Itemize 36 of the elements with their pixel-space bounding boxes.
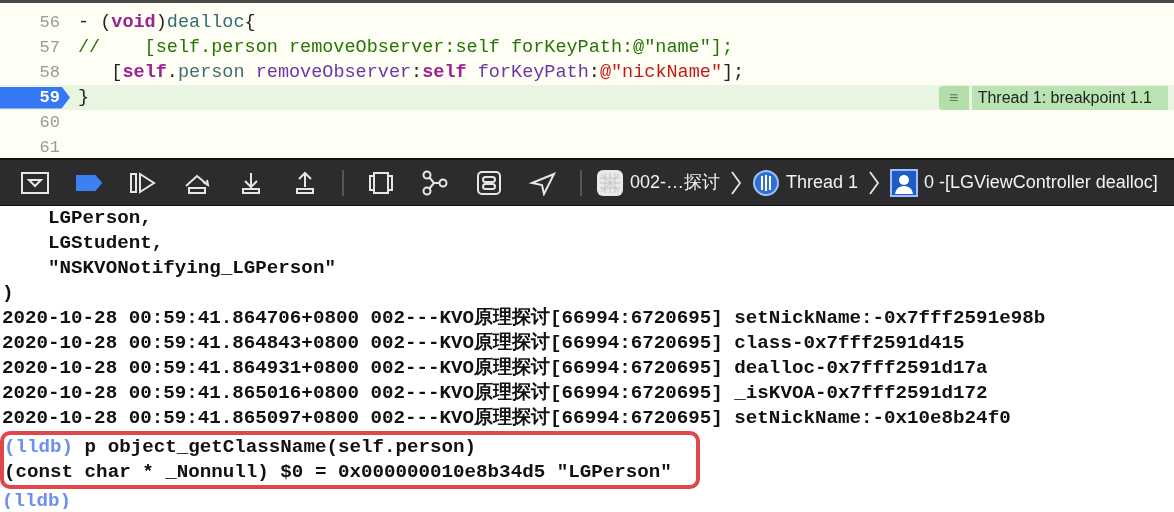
console-output: 2020-10-28 00:59:41.865016+0800 002---KVO原理探讨[66994:6720695] _isKVOA-0x7fff2591d172: [2, 381, 989, 406]
code-line: [self.person removeObserver:self forKeyPath:@"nickName"];: [110, 60, 746, 85]
app-icon: [596, 168, 624, 197]
breadcrumb-item[interactable]: 0 -[LGViewController dealloc]: [886, 168, 1162, 197]
toggle-switches-icon: [474, 169, 504, 196]
console-output: LGPerson,: [47, 206, 153, 231]
console-output: 2020-10-28 00:59:41.864931+0800 002---KVO原理探讨[66994:6720695] dealloc-0x7fff2591d17a: [2, 356, 989, 381]
continue-icon: [128, 169, 158, 196]
code-line: // [self.person removeObserver:self forKeyPath:@"name"];: [77, 35, 734, 60]
line-number: 58: [38, 61, 61, 84]
console-output: 2020-10-28 00:59:41.864706+0800 002---KVO原理探讨[66994:6720695] setNickName:-0x7fff2591e98b: [2, 306, 1047, 331]
line-number: 60: [38, 111, 61, 134]
chevron-icon: [868, 169, 881, 196]
console-output: (const char * _Nonnull) $0 = 0x000000010e8b34d5 "LGPerson": [4, 460, 672, 485]
breadcrumb-item[interactable]: 002-…探讨: [592, 168, 725, 197]
breakpoint-annotation: Thread 1: breakpoint 1.1: [971, 85, 1168, 110]
chevron-icon: [730, 169, 743, 196]
breadcrumb-item[interactable]: Thread 1: [748, 168, 863, 197]
line-number: 61: [38, 136, 61, 158]
console-command: (lldb) p object_getClassName(self.person): [4, 435, 477, 460]
code-line: }: [77, 85, 91, 110]
console-output: LGStudent,: [47, 231, 165, 256]
console-output: 2020-10-28 00:59:41.864843+0800 002---KVO原理探讨[66994:6720695] class-0x7fff2591d415: [2, 331, 966, 356]
person-icon: [890, 168, 919, 197]
view-hierarchy-icon: [366, 169, 396, 196]
thread-icon: [752, 168, 781, 197]
line-number: 56: [38, 11, 61, 34]
line-number: 57: [38, 36, 61, 59]
console-toggle-icon: [20, 169, 50, 196]
memory-graph-icon: [420, 169, 450, 196]
location-arrow-icon: [528, 169, 558, 196]
console-output: ): [2, 281, 15, 306]
code-line: - (void)dealloc{: [77, 10, 257, 35]
console-output: "NSKVONotifying_LGPerson": [47, 256, 337, 281]
breakpoint-line-number[interactable]: 59: [0, 86, 70, 109]
console-output: 2020-10-28 00:59:41.865097+0800 002---KVO原理探讨[66994:6720695] setNickName:-0x10e8b24f0: [2, 406, 1012, 431]
